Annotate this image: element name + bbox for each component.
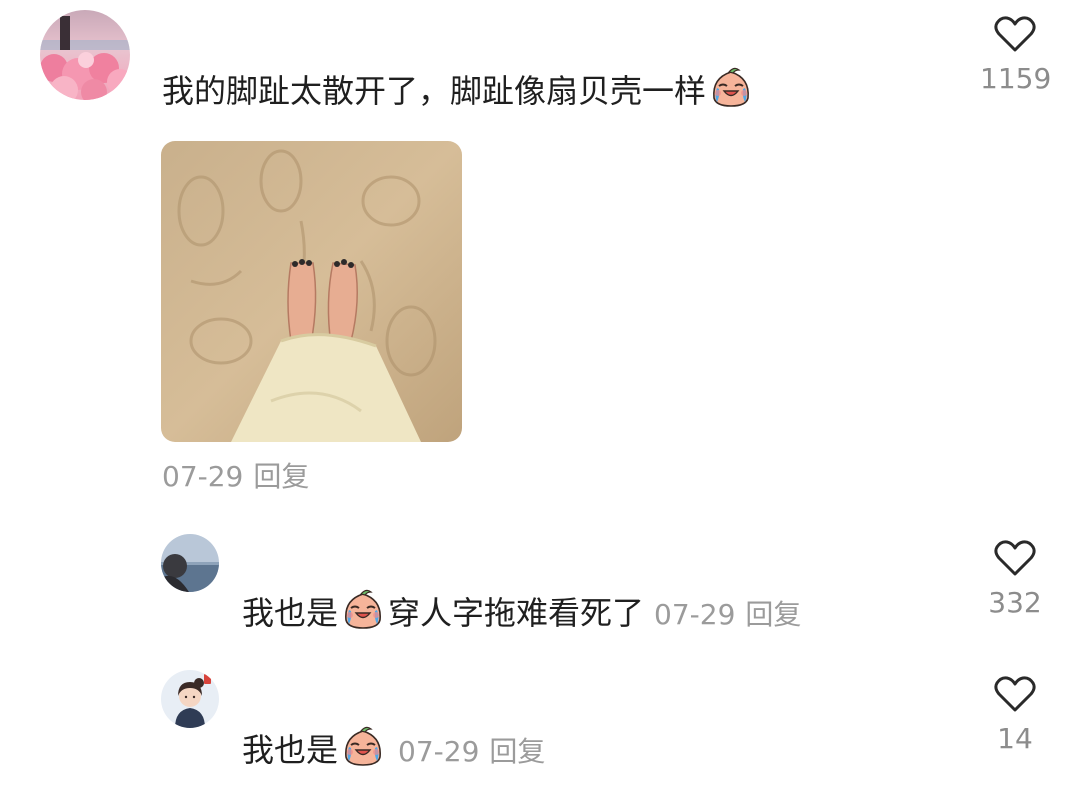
reply-body-start: 我也是	[242, 731, 339, 769]
reply-date: 07-29	[398, 735, 480, 768]
reply-body-start: 我也是	[242, 594, 339, 632]
heart-icon	[994, 676, 1036, 712]
comment-text: 我的脚趾太散开了，脚趾像扇贝壳一样	[162, 64, 756, 117]
crying-face-emoji-icon	[708, 64, 754, 110]
crying-face-emoji-icon	[340, 586, 386, 632]
heart-icon	[994, 16, 1036, 52]
like-button[interactable]: 1159	[980, 14, 1052, 96]
like-count: 332	[988, 586, 1042, 619]
reply-button[interactable]: 回复	[745, 598, 801, 631]
comment-date: 07-29	[162, 460, 244, 493]
user-avatar[interactable]	[161, 534, 219, 592]
comment-meta: 07-29 回复	[162, 458, 309, 496]
comment-body: 我的脚趾太散开了，脚趾像扇贝壳一样	[162, 72, 707, 110]
reply-text: 我也是 07-29 回复	[242, 723, 545, 777]
like-count: 14	[997, 722, 1033, 755]
heart-icon	[994, 540, 1036, 576]
like-button[interactable]: 14	[980, 674, 1050, 756]
crying-face-emoji-icon	[340, 723, 386, 769]
feet-on-sand-photo[interactable]	[161, 141, 462, 442]
reply-button[interactable]: 回复	[253, 460, 309, 493]
reply-date: 07-29	[654, 598, 736, 631]
reply-text: 我也是 穿人字拖难看死了 07-29 回复	[242, 586, 801, 640]
like-button[interactable]: 332	[980, 538, 1050, 620]
reply-body-end: 穿人字拖难看死了	[388, 594, 645, 632]
user-avatar[interactable]	[40, 10, 130, 100]
like-count: 1159	[980, 62, 1052, 95]
reply-button[interactable]: 回复	[489, 735, 545, 768]
user-avatar[interactable]	[161, 670, 219, 728]
